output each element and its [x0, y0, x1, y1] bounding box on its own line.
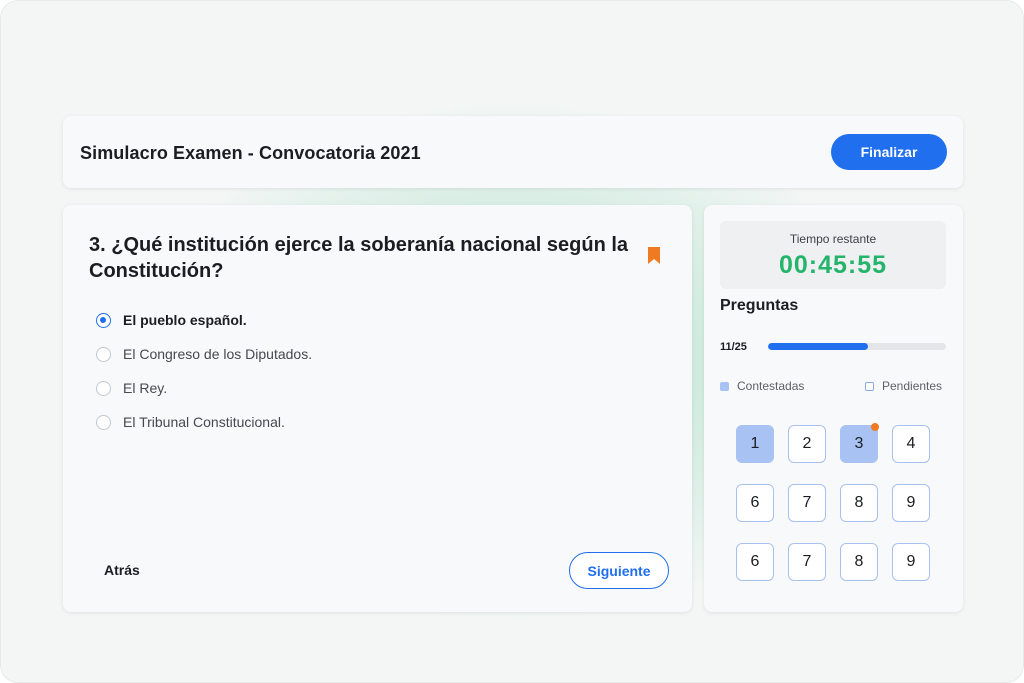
question-nav-button[interactable]: 9 — [892, 484, 930, 522]
timer-value: 00:45:55 — [778, 251, 888, 279]
answer-option-label: El Tribunal Constitucional. — [123, 414, 285, 430]
finish-button[interactable]: Finalizar — [831, 134, 947, 170]
question-nav-button[interactable]: 2 — [788, 425, 826, 463]
radio-button[interactable] — [96, 380, 111, 396]
next-button[interactable]: Siguiente — [569, 552, 669, 589]
answer-option[interactable]: El Tribunal Constitucional. — [96, 405, 312, 439]
legend-pending: Pendientes — [865, 379, 942, 393]
exam-title: Simulacro Examen - Convocatoria 2021 — [80, 143, 421, 163]
question-nav-button[interactable]: 6 — [736, 543, 774, 581]
flag-dot-icon — [871, 423, 879, 431]
question-text: 3. ¿Qué institución ejerce la soberanía … — [89, 234, 629, 282]
progress-bar-fill — [768, 343, 868, 350]
question-nav-label: 1 — [750, 435, 760, 452]
question-nav-label: 6 — [750, 494, 760, 511]
timer-label: Tiempo restante — [789, 232, 877, 246]
answer-option[interactable]: El pueblo español. — [96, 303, 312, 337]
question-nav-button[interactable]: 8 — [840, 543, 878, 581]
question-nav-label: 6 — [750, 553, 760, 570]
progress-label: 11/25 — [720, 341, 747, 353]
question-nav-label: 8 — [854, 494, 864, 511]
app-frame: Simulacro Examen - Convocatoria 2021 Fin… — [0, 0, 1024, 683]
legend-answered: Contestadas — [720, 379, 804, 393]
exam-header: Simulacro Examen - Convocatoria 2021 Fin… — [63, 116, 963, 188]
questions-title: Preguntas — [720, 297, 799, 314]
question-nav-label: 9 — [906, 553, 916, 570]
answer-option-label: El Congreso de los Diputados. — [123, 346, 313, 362]
radio-button[interactable] — [96, 346, 111, 362]
question-grid: 1 2 3 4 6 7 8 9 6 7 8 9 — [736, 423, 930, 581]
timer-box: Tiempo restante 00:45:55 — [720, 221, 946, 289]
question-nav-button[interactable]: 8 — [840, 484, 878, 522]
radio-button[interactable] — [96, 312, 111, 328]
question-nav-button[interactable]: 4 — [892, 425, 930, 463]
question-nav-button[interactable]: 9 — [892, 543, 930, 581]
question-nav-button[interactable]: 7 — [788, 484, 826, 522]
pending-swatch — [865, 381, 874, 391]
legend-answered-label: Contestadas — [737, 379, 805, 393]
answer-option[interactable]: El Congreso de los Diputados. — [96, 337, 312, 371]
progress-bar — [768, 343, 946, 350]
back-button[interactable]: Atrás — [104, 562, 140, 578]
question-nav-label: 7 — [802, 553, 812, 570]
answer-option-label: El Rey. — [123, 380, 168, 396]
question-nav-label: 8 — [854, 553, 864, 570]
answer-options: El pueblo español. El Congreso de los Di… — [96, 303, 312, 439]
question-nav-label: 7 — [802, 494, 812, 511]
question-nav-button[interactable]: 3 — [840, 423, 879, 463]
question-nav-button[interactable]: 1 — [736, 425, 774, 463]
question-nav-label: 2 — [802, 435, 812, 452]
questions-panel: Tiempo restante 00:45:55 Preguntas 11/25… — [704, 205, 963, 612]
answer-option-label: El pueblo español. — [123, 312, 247, 328]
legend-pending-label: Pendientes — [882, 379, 943, 393]
question-nav-button[interactable]: 7 — [788, 543, 826, 581]
question-nav-label: 4 — [906, 435, 916, 452]
bookmark-icon[interactable] — [647, 246, 661, 270]
question-nav-label: 9 — [906, 494, 916, 511]
answer-option[interactable]: El Rey. — [96, 371, 312, 405]
question-card: 3. ¿Qué institución ejerce la soberanía … — [63, 205, 692, 612]
question-nav-button[interactable]: 6 — [736, 484, 774, 522]
radio-button[interactable] — [96, 414, 111, 430]
answered-swatch — [720, 381, 729, 391]
question-nav-label: 3 — [854, 435, 864, 452]
